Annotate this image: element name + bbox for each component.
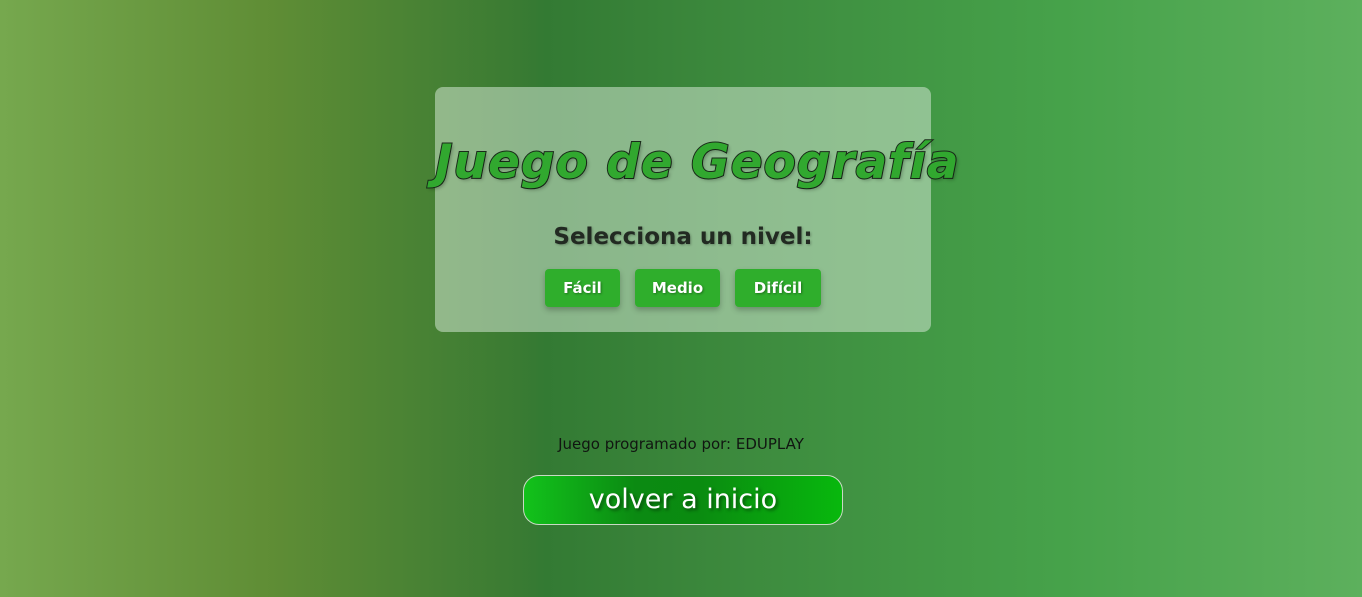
credit-text: Juego programado por: EDUPLAY — [558, 435, 804, 453]
level-button-group: Fácil Medio Difícil — [435, 269, 931, 307]
level-select-panel: Juego de Geografía Selecciona un nivel: … — [434, 87, 960, 332]
level-easy-button[interactable]: Fácil — [545, 269, 620, 307]
level-hard-button[interactable]: Difícil — [735, 269, 821, 307]
level-medium-button[interactable]: Medio — [635, 269, 720, 307]
level-prompt: Selecciona un nivel: — [553, 224, 813, 250]
game-title: Juego de Geografía — [434, 135, 960, 190]
back-to-home-button[interactable]: volver a inicio — [523, 475, 843, 525]
